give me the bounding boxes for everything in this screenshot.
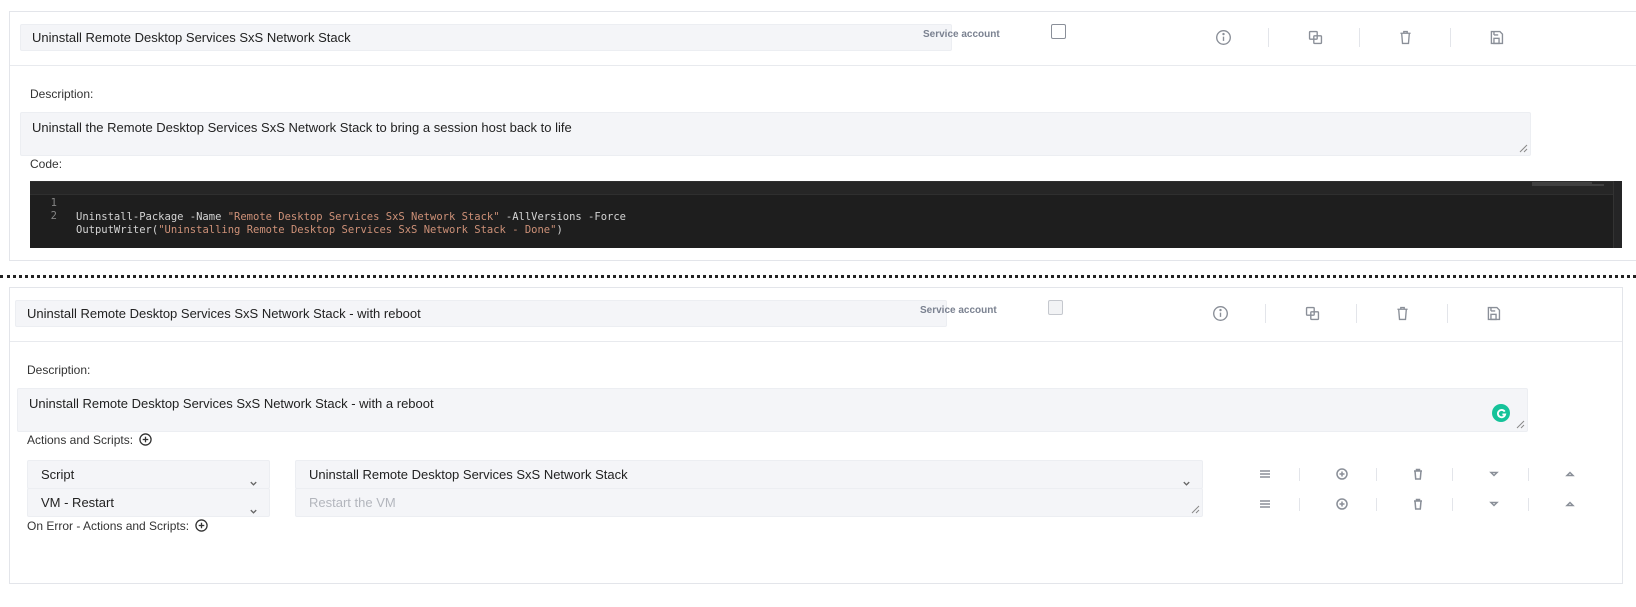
move-down-icon[interactable] [1486, 466, 1502, 482]
minimap[interactable] [1532, 182, 1612, 186]
row-separator [1299, 498, 1300, 511]
resize-grip-icon[interactable] [1519, 144, 1528, 153]
row-separator [1528, 498, 1529, 511]
service-account-checkbox[interactable] [1048, 300, 1063, 315]
row-separator [1452, 468, 1453, 481]
code-label: Code: [30, 157, 63, 171]
description-label: Description: [30, 87, 94, 101]
row-separator [1452, 498, 1453, 511]
save-icon[interactable] [1485, 26, 1507, 48]
header-separator [1268, 28, 1269, 47]
move-up-icon[interactable] [1562, 466, 1578, 482]
action-parameter-placeholder: Restart the VM [309, 495, 396, 510]
info-icon[interactable] [1209, 302, 1231, 324]
copy-icon[interactable] [1304, 26, 1326, 48]
description-text: Uninstall the Remote Desktop Services Sx… [32, 120, 572, 135]
move-up-icon[interactable] [1562, 496, 1578, 512]
trash-icon[interactable] [1394, 26, 1416, 48]
action-type-value: VM - Restart [41, 495, 114, 510]
action-script-select[interactable]: Uninstall Remote Desktop Services SxS Ne… [295, 460, 1203, 489]
row-separator [1528, 468, 1529, 481]
resize-grip-icon[interactable] [1516, 420, 1525, 429]
move-down-icon[interactable] [1486, 496, 1502, 512]
trash-icon[interactable] [1410, 496, 1426, 512]
info-icon[interactable] [1212, 26, 1234, 48]
description-textarea[interactable]: Uninstall Remote Desktop Services SxS Ne… [17, 388, 1528, 432]
action-script-value: Uninstall Remote Desktop Services SxS Ne… [309, 467, 628, 482]
add-action-icon[interactable] [139, 433, 153, 446]
action-type-select[interactable]: Script [27, 460, 270, 489]
code-text: Uninstall-Package -Name "Remote Desktop … [76, 211, 626, 223]
chevron-down-icon [1182, 470, 1191, 486]
description-label: Description: [27, 363, 91, 377]
add-action-icon[interactable] [1334, 496, 1350, 512]
row-separator [1376, 468, 1377, 481]
script-card-header: Uninstall Remote Desktop Services SxS Ne… [10, 12, 1636, 66]
line-number: 2 [50, 210, 57, 222]
trash-icon[interactable] [1410, 466, 1426, 482]
header-separator [1359, 28, 1360, 47]
section-divider [0, 275, 1636, 278]
header-separator [1356, 304, 1357, 323]
copy-icon[interactable] [1301, 302, 1323, 324]
service-account-label: Service account [923, 29, 1000, 40]
drag-handle-icon[interactable] [1257, 466, 1273, 482]
service-account-checkbox[interactable] [1051, 24, 1066, 39]
editor-scrollbar[interactable] [1613, 181, 1622, 248]
chevron-down-icon [249, 498, 258, 514]
drag-handle-icon[interactable] [1257, 496, 1273, 512]
add-action-icon[interactable] [1334, 466, 1350, 482]
row-separator [1299, 468, 1300, 481]
action-type-value: Script [41, 467, 75, 482]
action-type-select[interactable]: VM - Restart [27, 488, 270, 517]
code-text: OutputWriter("Uninstalling Remote Deskto… [76, 224, 563, 236]
script-card: Uninstall Remote Desktop Services SxS Ne… [9, 11, 1636, 261]
add-on-error-action-icon[interactable] [195, 519, 209, 532]
chevron-down-icon [249, 470, 258, 486]
script-card-header: Uninstall Remote Desktop Services SxS Ne… [10, 288, 1622, 342]
action-parameter-textarea[interactable]: Restart the VM [295, 488, 1203, 517]
actions-header: Actions and Scripts: [27, 433, 153, 447]
header-separator [1447, 304, 1448, 323]
on-error-label: On Error - Actions and Scripts: [27, 519, 190, 533]
trash-icon[interactable] [1391, 302, 1413, 324]
script-card: Uninstall Remote Desktop Services SxS Ne… [9, 287, 1623, 584]
resize-grip-icon[interactable] [1191, 505, 1200, 514]
script-name-input[interactable]: Uninstall Remote Desktop Services SxS Ne… [15, 300, 947, 327]
service-account-label: Service account [920, 305, 997, 316]
description-text: Uninstall Remote Desktop Services SxS Ne… [29, 396, 434, 411]
code-editor[interactable]: 1 Uninstall-Package -Name "Remote Deskto… [30, 181, 1622, 248]
save-icon[interactable] [1482, 302, 1504, 324]
description-textarea[interactable]: Uninstall the Remote Desktop Services Sx… [20, 112, 1531, 156]
on-error-header: On Error - Actions and Scripts: [27, 519, 209, 533]
grammarly-icon[interactable] [1492, 404, 1510, 422]
code-line: 1 Uninstall-Package -Name "Remote Deskto… [30, 181, 1622, 223]
row-separator [1376, 498, 1377, 511]
actions-label: Actions and Scripts: [27, 433, 134, 447]
code-line: 2 OutputWriter("Uninstalling Remote Desk… [30, 195, 1622, 236]
header-separator [1450, 28, 1451, 47]
script-name-input[interactable]: Uninstall Remote Desktop Services SxS Ne… [20, 24, 952, 51]
header-separator [1265, 304, 1266, 323]
